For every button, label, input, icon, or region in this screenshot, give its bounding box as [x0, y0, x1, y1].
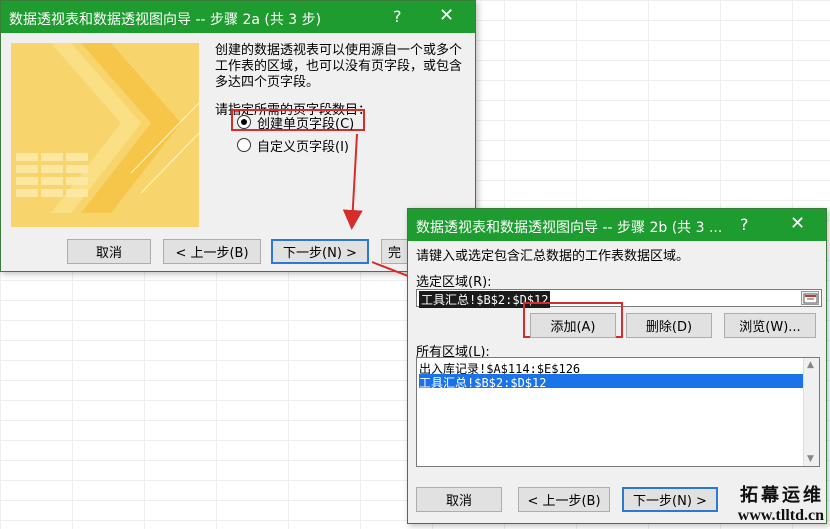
help-button[interactable]: ?: [740, 215, 749, 234]
listbox-scrollbar[interactable]: ▲ ▼: [803, 358, 819, 466]
radio-custom-page-fields[interactable]: [237, 138, 251, 152]
next-button[interactable]: 下一步(N) >: [271, 239, 369, 264]
close-button[interactable]: ✕: [439, 5, 454, 26]
dialog-titlebar: 数据透视表和数据透视图向导 -- 步骤 2a (共 3 步) ? ✕: [1, 1, 475, 33]
dialog-titlebar: 数据透视表和数据透视图向导 -- 步骤 2b (共 3 ... ? ✕: [408, 209, 826, 241]
browse-button[interactable]: 浏览(W)...: [724, 313, 816, 338]
cancel-button[interactable]: 取消: [416, 487, 502, 512]
dialog-title: 数据透视表和数据透视图向导 -- 步骤 2b (共 3 ...: [416, 220, 723, 236]
back-button[interactable]: < 上一步(B): [518, 487, 610, 512]
next-button[interactable]: 下一步(N) >: [622, 487, 718, 512]
site-watermark: 拓幕运维 www.tlltd.cn: [738, 481, 824, 525]
instruction-text: 请键入或选定包含汇总数据的工作表数据区域。: [416, 249, 690, 264]
all-ranges-listbox[interactable]: 出入库记录!$A$114:$E$126 工具汇总!$B$2:$D$12 ▲ ▼: [416, 357, 820, 467]
radio-single-page-field[interactable]: [237, 115, 251, 129]
watermark-url: www.tlltd.cn: [737, 507, 824, 524]
scroll-down-icon[interactable]: ▼: [807, 454, 814, 464]
dialog-title: 数据透视表和数据透视图向导 -- 步骤 2a (共 3 步): [9, 12, 322, 28]
list-item[interactable]: 出入库记录!$A$114:$E$126: [419, 360, 803, 376]
add-button[interactable]: 添加(A): [530, 313, 616, 338]
delete-button[interactable]: 删除(D): [626, 313, 712, 338]
cancel-button[interactable]: 取消: [67, 239, 151, 264]
wizard-step-2a-dialog: 数据透视表和数据透视图向导 -- 步骤 2a (共 3 步) ? ✕ 创建的数据…: [0, 0, 479, 272]
help-button[interactable]: ?: [393, 7, 402, 26]
watermark-title: 拓幕运维: [740, 485, 824, 506]
wizard-step-2b-dialog: 数据透视表和数据透视图向导 -- 步骤 2b (共 3 ... ? ✕ 请键入或…: [407, 208, 827, 524]
wizard-illustration: [11, 43, 199, 227]
close-button[interactable]: ✕: [790, 213, 805, 234]
list-item-selected[interactable]: 工具汇总!$B$2:$D$12: [419, 374, 803, 390]
scroll-up-icon[interactable]: ▲: [807, 360, 814, 370]
radio-custom-page-fields-label[interactable]: 自定义页字段(I): [257, 136, 349, 155]
collapse-dialog-icon[interactable]: [801, 291, 819, 305]
range-label: 选定区域(R):: [416, 275, 492, 290]
radio-single-page-field-label[interactable]: 创建单页字段(C): [257, 113, 354, 132]
back-button[interactable]: < 上一步(B): [163, 239, 261, 264]
description-text: 创建的数据透视表可以使用源自一个或多个工作表的区域，也可以没有页字段，或包含多达…: [215, 43, 463, 90]
